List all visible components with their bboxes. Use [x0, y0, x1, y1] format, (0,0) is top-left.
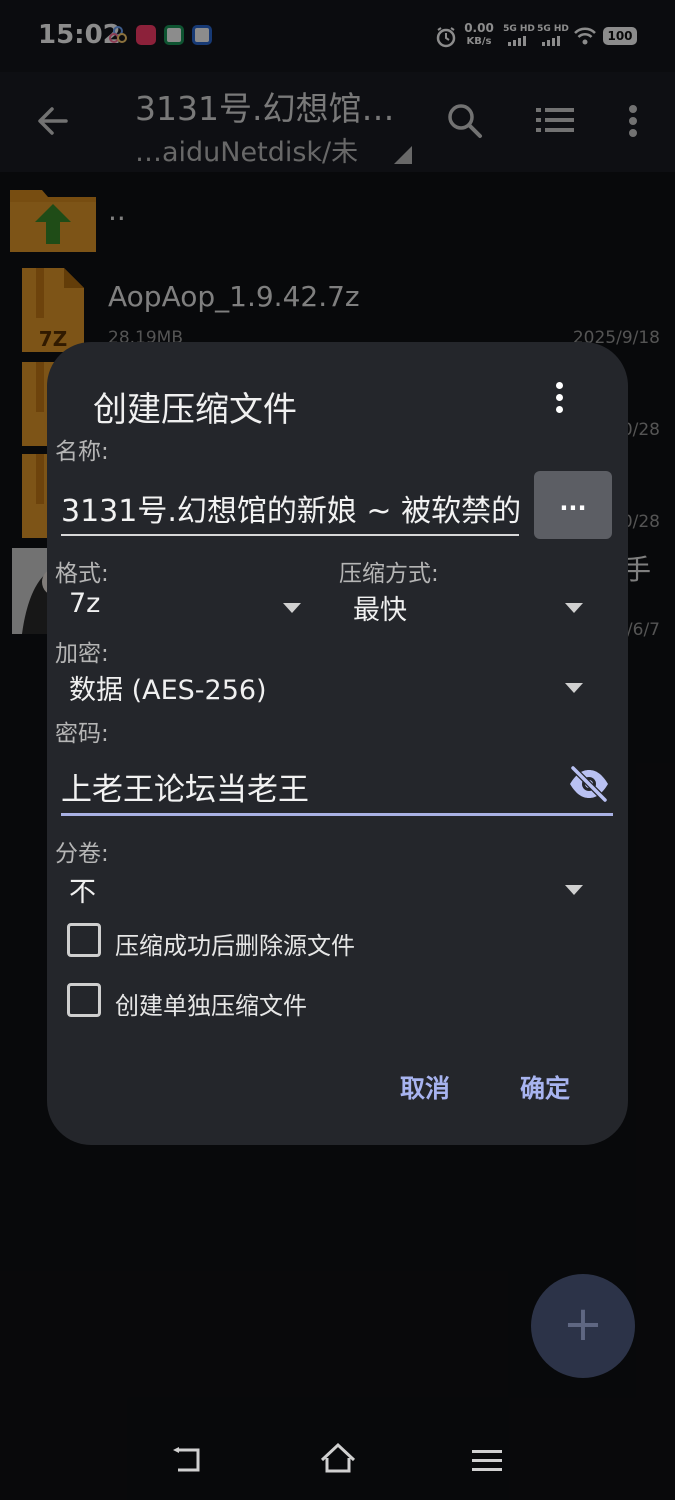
chevron-down-icon — [565, 885, 583, 895]
split-volume-select[interactable]: 不 — [69, 870, 593, 910]
add-fab-button[interactable]: + — [531, 1274, 635, 1378]
ok-button[interactable]: 确定 — [520, 1069, 570, 1105]
dialog-more-icon[interactable] — [549, 382, 569, 418]
visibility-off-icon[interactable] — [567, 764, 611, 808]
name-label: 名称: — [55, 439, 109, 465]
encryption-select[interactable]: 数据 (AES-256) — [69, 668, 593, 708]
password-input[interactable]: 上老王论坛当老王 — [61, 760, 613, 816]
nav-back-icon[interactable] — [170, 1446, 204, 1478]
chevron-down-icon — [283, 603, 301, 613]
encrypt-label: 加密: — [55, 641, 109, 667]
encrypt-value: 数据 (AES-256) — [69, 675, 267, 706]
password-label: 密码: — [55, 721, 109, 747]
dialog-title: 创建压缩文件 — [93, 390, 297, 430]
split-label: 分卷: — [55, 841, 109, 867]
method-value: 最快 — [353, 595, 407, 626]
split-value: 不 — [69, 877, 96, 908]
nav-recents-icon[interactable] — [472, 1448, 502, 1478]
compression-method-select[interactable]: 最快 — [353, 588, 593, 628]
delete-source-label[interactable]: 压缩成功后删除源文件 — [115, 926, 355, 961]
chevron-down-icon — [565, 603, 583, 613]
browse-button[interactable]: ... — [534, 471, 612, 539]
delete-source-checkbox[interactable] — [67, 923, 101, 957]
create-archive-dialog: 创建压缩文件 名称: 3131号.幻想馆的新娘 ~ 被软禁的 ... 格式: 压… — [47, 342, 628, 1145]
method-label: 压缩方式: — [339, 561, 439, 587]
archive-name-input[interactable]: 3131号.幻想馆的新娘 ~ 被软禁的 — [61, 478, 519, 536]
format-label: 格式: — [55, 561, 109, 587]
cancel-button[interactable]: 取消 — [400, 1069, 450, 1105]
format-value: 7z — [69, 588, 101, 619]
system-nav-bar — [0, 1418, 675, 1500]
chevron-down-icon — [565, 683, 583, 693]
format-select[interactable]: 7z — [69, 588, 309, 628]
nav-home-icon[interactable] — [318, 1442, 358, 1478]
separate-archive-checkbox[interactable] — [67, 983, 101, 1017]
separate-archive-label[interactable]: 创建单独压缩文件 — [115, 986, 307, 1021]
